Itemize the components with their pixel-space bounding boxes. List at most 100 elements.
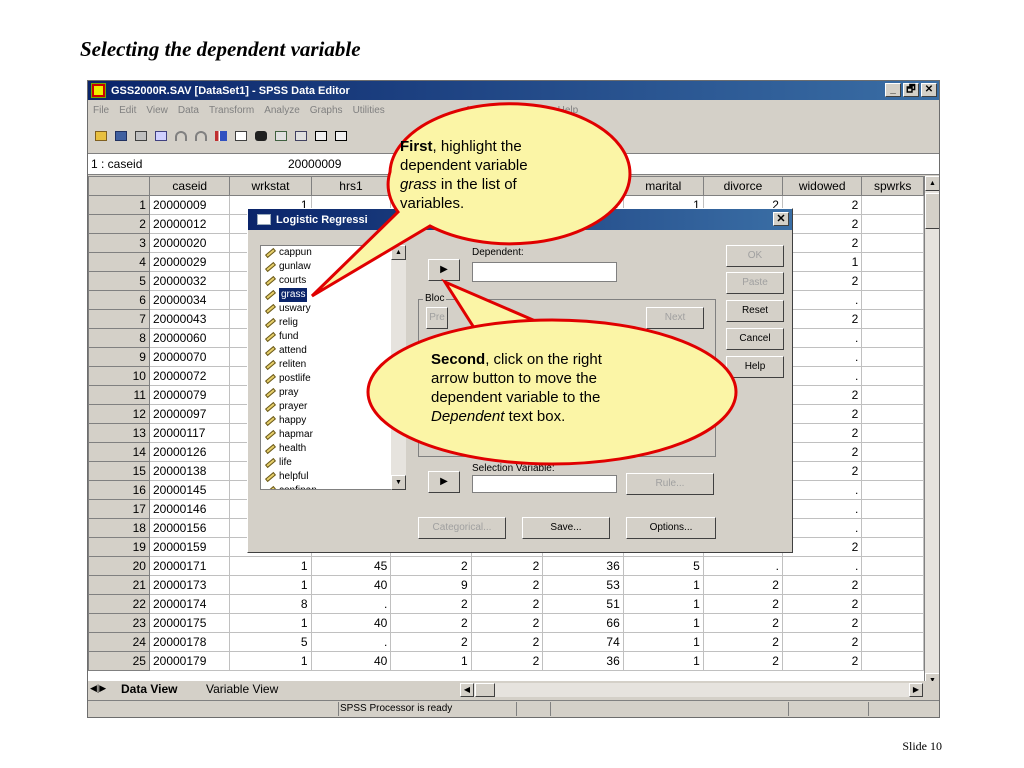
variable-list-item[interactable]: grass [261,288,404,302]
tab-variable-view[interactable]: Variable View [206,682,278,696]
data-cell[interactable]: 2 [781,651,863,671]
row-number[interactable]: 15 [88,461,150,481]
move-to-selection-arrow-button[interactable]: ▶ [428,471,460,493]
data-cell[interactable]: 2 [781,195,863,215]
data-cell[interactable]: 2 [470,632,544,652]
find-icon[interactable] [252,127,270,145]
column-header[interactable]: spwrks [861,176,924,196]
row-number[interactable]: 17 [88,499,150,519]
variable-list-item[interactable]: hapmar [261,428,404,442]
data-cell[interactable]: 20000146 [148,499,231,519]
row-number[interactable]: 23 [88,613,150,633]
data-cell[interactable]: 20000174 [148,594,231,614]
scroll-up-icon[interactable]: ▲ [925,176,939,191]
data-cell[interactable]: 51 [542,594,624,614]
paste-button[interactable]: Paste [726,272,784,294]
data-cell[interactable]: 20000079 [148,385,231,405]
variable-list-item[interactable]: courts [261,274,404,288]
data-cell[interactable]: 40 [310,575,392,595]
menu-file[interactable]: File [88,102,114,120]
data-cell[interactable]: 2 [470,575,544,595]
data-cell[interactable]: 2 [702,632,783,652]
data-cell[interactable]: . [310,594,392,614]
variable-list-item[interactable]: uswary [261,302,404,316]
data-cell[interactable] [861,575,924,595]
variable-list-item[interactable]: gunlaw [261,260,404,274]
data-cell[interactable]: 2 [781,461,863,481]
data-cell[interactable]: 53 [542,575,624,595]
data-cell[interactable]: 2 [781,537,863,557]
row-number[interactable]: 19 [88,537,150,557]
data-cell[interactable]: 2 [781,385,863,405]
chart-icon[interactable] [212,127,230,145]
menu-edit[interactable]: Edit [114,102,141,120]
variable-list-item[interactable]: pray [261,386,404,400]
dependent-text-box[interactable] [472,262,617,282]
column-header[interactable]: widowed [781,176,863,196]
variable-list-item[interactable]: postlife [261,372,404,386]
data-cell[interactable]: 5 [622,556,704,576]
data-cell[interactable] [861,290,924,310]
data-cell[interactable]: 2 [390,613,472,633]
data-cell[interactable]: . [781,518,863,538]
tab-data-view[interactable]: Data View [121,682,177,696]
row-number[interactable]: 8 [88,328,150,348]
variable-list-item[interactable]: cappun [261,246,404,260]
dialog-recall-icon[interactable] [152,127,170,145]
data-cell[interactable]: 1 [622,632,704,652]
data-cell[interactable]: 5 [229,632,312,652]
data-cell[interactable]: 2 [470,613,544,633]
menu-transform[interactable]: Transform [204,102,259,120]
scroll-left-icon[interactable]: ◀ [460,683,474,697]
data-cell[interactable]: 20000171 [148,556,231,576]
data-cell[interactable]: . [781,347,863,367]
variable-list-item[interactable]: confinan [261,484,404,489]
data-cell[interactable] [861,613,924,633]
rule-button[interactable]: Rule... [626,473,714,495]
data-cell[interactable]: . [702,556,783,576]
menu-help[interactable]: Help [553,102,584,120]
data-cell[interactable]: 1 [622,651,704,671]
data-cell[interactable]: 1 [781,252,863,272]
data-cell[interactable]: 2 [781,442,863,462]
data-cell[interactable]: 1 [229,651,312,671]
undo-icon[interactable] [172,127,190,145]
data-cell[interactable] [861,499,924,519]
variable-list-item[interactable]: attend [261,344,404,358]
row-number[interactable]: 5 [88,271,150,291]
data-cell[interactable] [861,442,924,462]
data-cell[interactable] [861,518,924,538]
data-cell[interactable]: 2 [781,233,863,253]
save-icon[interactable] [112,127,130,145]
row-number[interactable]: 9 [88,347,150,367]
data-cell[interactable] [861,309,924,329]
row-number[interactable]: 2 [88,214,150,234]
data-cell[interactable] [861,556,924,576]
variable-list-scrollbar[interactable]: ▲ ▼ [391,245,406,490]
cancel-button[interactable]: Cancel [726,328,784,350]
data-cell[interactable]: 20000126 [148,442,231,462]
menu-view[interactable]: View [141,102,173,120]
next-block-button[interactable]: Next [646,307,704,329]
data-cell[interactable]: 20000012 [148,214,231,234]
row-number[interactable]: 16 [88,480,150,500]
data-cell[interactable] [861,651,924,671]
variable-list-item[interactable]: relig [261,316,404,330]
data-cell[interactable]: 2 [781,271,863,291]
data-cell[interactable]: 20000117 [148,423,231,443]
data-cell[interactable]: 1 [229,575,312,595]
data-cell[interactable]: 1 [622,594,704,614]
data-cell[interactable]: 2 [781,594,863,614]
previous-block-button[interactable]: Pre [426,307,448,329]
goto-case-icon[interactable] [232,127,250,145]
data-cell[interactable]: 20000179 [148,651,231,671]
save-button[interactable]: Save... [522,517,610,539]
categorical-button[interactable]: Categorical... [418,517,506,539]
data-cell[interactable]: 20000029 [148,252,231,272]
column-header[interactable] [542,176,624,196]
data-cell[interactable]: . [781,499,863,519]
data-cell[interactable] [861,214,924,234]
data-cell[interactable]: 2 [390,632,472,652]
data-cell[interactable]: 2 [390,594,472,614]
data-cell[interactable]: . [310,632,392,652]
